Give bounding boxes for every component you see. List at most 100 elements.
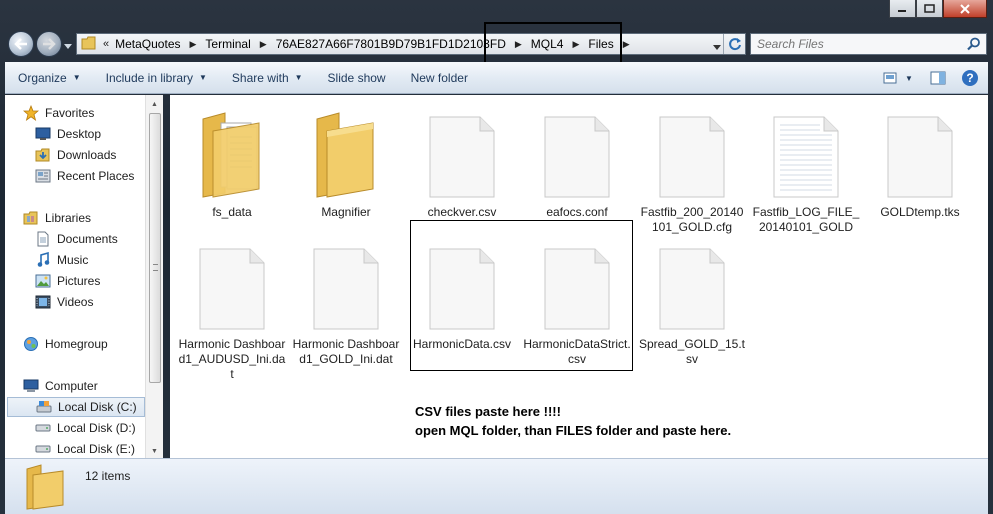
annotation-line-1: CSV files paste here !!!!	[415, 404, 561, 419]
file-item[interactable]: checkver.csv	[406, 99, 518, 220]
refresh-button[interactable]	[723, 34, 745, 54]
breadcrumb-item-terminal[interactable]: Terminal	[205, 37, 250, 51]
preview-pane-button[interactable]	[926, 66, 950, 90]
document-icon	[406, 99, 518, 199]
nav-libraries-label: Libraries	[45, 211, 92, 225]
nav-videos-label: Videos	[57, 295, 94, 309]
file-name: Fastfib_LOG_FILE_20140101_GOLD	[752, 205, 860, 234]
libraries-icon	[23, 210, 39, 226]
annotation-highlight-rect	[410, 220, 633, 371]
maximize-button[interactable]	[916, 0, 943, 18]
system-drive-icon	[36, 399, 52, 415]
music-icon	[35, 252, 51, 268]
recent-pages-dropdown[interactable]	[64, 39, 72, 53]
document-icon	[176, 231, 288, 331]
desktop-icon	[35, 126, 51, 142]
grip-icon	[153, 264, 158, 271]
breadcrumb-separator-icon[interactable]: ▶	[190, 39, 197, 50]
nav-favorites-label: Favorites	[45, 106, 95, 120]
refresh-icon	[728, 38, 741, 51]
minimize-button[interactable]	[889, 0, 916, 18]
scroll-up-icon[interactable]: ▲	[151, 101, 158, 108]
caption-buttons	[889, 0, 987, 18]
chevron-down-icon: ▼	[72, 73, 81, 82]
organize-button[interactable]: Organize ▼	[5, 66, 93, 90]
nav-recent-places-label: Recent Places	[57, 169, 135, 183]
document-icon	[636, 99, 748, 199]
file-item[interactable]: Fastfib_LOG_FILE_20140101_GOLD	[750, 99, 862, 235]
chevron-down-icon	[64, 44, 72, 49]
share-with-button[interactable]: Share with ▼	[219, 66, 315, 90]
document-icon	[864, 99, 976, 199]
new-folder-button[interactable]: New folder	[398, 66, 480, 90]
nav-pictures-label: Pictures	[57, 274, 101, 288]
file-item[interactable]: Harmonic Dashboard1_GOLD_Ini.dat	[290, 231, 402, 367]
breadcrumb-item-metaquotes[interactable]: MetaQuotes	[115, 37, 180, 51]
back-button[interactable]	[8, 31, 34, 57]
navigation-scrollbar[interactable]: ▲ ▼	[145, 95, 163, 458]
change-view-button[interactable]: ▼	[878, 66, 918, 90]
homegroup-icon	[23, 336, 39, 352]
search-icon[interactable]	[967, 37, 981, 54]
nav-documents-label: Documents	[57, 232, 118, 246]
address-history-dropdown[interactable]	[713, 40, 721, 54]
nav-computer[interactable]: Computer	[23, 376, 161, 396]
svg-text:?: ?	[966, 71, 973, 85]
address-bar[interactable]: « MetaQuotes ▶ Terminal ▶ 76AE827A66F780…	[76, 33, 746, 55]
slide-show-button[interactable]: Slide show	[315, 66, 398, 90]
file-item[interactable]: Magnifier	[290, 99, 402, 220]
explorer-window: « MetaQuotes ▶ Terminal ▶ 76AE827A66F780…	[0, 0, 993, 514]
file-name: GOLDtemp.tks	[880, 205, 960, 219]
videos-icon	[35, 294, 51, 310]
organize-label: Organize	[18, 70, 67, 85]
include-in-library-label: Include in library	[105, 70, 193, 85]
close-button[interactable]	[943, 0, 987, 18]
scrollbar-thumb[interactable]	[149, 113, 161, 383]
forward-button[interactable]	[36, 31, 62, 57]
file-item[interactable]: Spread_GOLD_15.tsv	[636, 231, 748, 367]
file-name: eafocs.conf	[546, 205, 608, 219]
folder-icon	[290, 99, 402, 199]
arrow-right-icon	[43, 38, 56, 50]
nav-computer-label: Computer	[45, 379, 98, 393]
scroll-down-icon[interactable]: ▼	[151, 448, 158, 455]
chevron-down-icon: ▼	[199, 73, 207, 82]
breadcrumb-separator-icon[interactable]: ▶	[623, 39, 630, 50]
maximize-icon	[924, 4, 935, 13]
nav-local-disk-c[interactable]: Local Disk (C:)	[7, 397, 145, 417]
breadcrumb-overflow[interactable]: «	[103, 38, 109, 50]
command-bar: Organize ▼ Include in library ▼ Share with…	[5, 62, 988, 94]
preview-pane-icon	[930, 71, 946, 85]
file-item[interactable]: Fastfib_200_20140101_GOLD.cfg	[636, 99, 748, 235]
computer-icon	[23, 378, 39, 394]
nav-libraries[interactable]: Libraries	[23, 208, 161, 228]
chevron-down-icon	[713, 45, 721, 50]
recent-places-icon	[35, 168, 51, 184]
breadcrumb-separator-icon[interactable]: ▶	[260, 39, 267, 50]
include-in-library-button[interactable]: Include in library ▼	[93, 66, 219, 90]
file-item[interactable]: fs_data	[176, 99, 288, 220]
file-item[interactable]: eafocs.conf	[521, 99, 633, 220]
downloads-icon	[35, 147, 51, 163]
nav-local-disk-d-label: Local Disk (D:)	[57, 421, 136, 435]
file-item[interactable]: Harmonic Dashboard1_AUDUSD_Ini.dat	[176, 231, 288, 382]
close-icon	[960, 3, 970, 14]
slide-show-label: Slide show	[327, 70, 386, 85]
nav-favorites[interactable]: Favorites	[23, 103, 161, 123]
hard-drive-icon	[35, 420, 51, 436]
file-item[interactable]: GOLDtemp.tks	[864, 99, 976, 220]
file-name: fs_data	[212, 205, 252, 219]
new-folder-label: New folder	[410, 70, 468, 85]
star-icon	[23, 105, 39, 121]
navigation-pane: Favorites Desktop Downloads Recent Place…	[5, 95, 163, 458]
nav-homegroup[interactable]: Homegroup	[23, 334, 161, 354]
toolbar-right-group: ▼ ?	[878, 66, 982, 90]
documents-folder-icon	[176, 99, 288, 199]
nav-local-disk-e-label: Local Disk (E:)	[57, 442, 136, 456]
search-input[interactable]	[757, 37, 957, 51]
document-icon	[521, 99, 633, 199]
details-pane: 12 items	[5, 458, 988, 514]
item-count: 12 items	[85, 469, 131, 483]
breadcrumb-item-terminal-id[interactable]: 76AE827A66F7801B9D79B1FD1D2103FD	[276, 37, 506, 51]
help-button[interactable]: ?	[958, 66, 982, 90]
